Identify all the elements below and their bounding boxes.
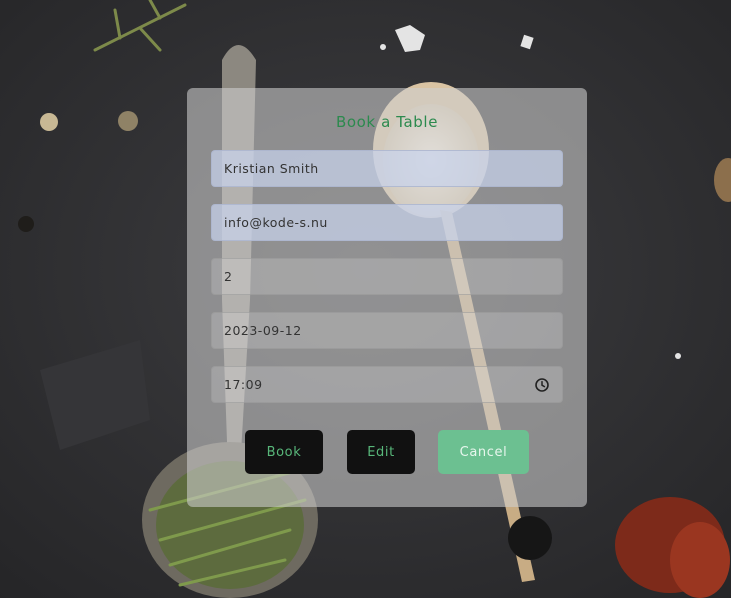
email-field[interactable]: info@kode-s.nu	[211, 204, 563, 241]
edit-button[interactable]: Edit	[347, 430, 415, 474]
book-button[interactable]: Book	[245, 430, 323, 474]
cancel-button[interactable]: Cancel	[438, 430, 529, 474]
time-field-value: 17:09	[224, 377, 263, 392]
name-field-value: Kristian Smith	[224, 161, 319, 176]
date-field[interactable]: 2023-09-12	[211, 312, 563, 349]
date-field-value: 2023-09-12	[224, 323, 302, 338]
booking-form-card: Book a Table Kristian Smith info@kode-s.…	[187, 88, 587, 507]
clock-icon[interactable]	[534, 377, 550, 393]
guests-field-value: 2	[224, 269, 233, 284]
guests-field[interactable]: 2	[211, 258, 563, 295]
time-field[interactable]: 17:09	[211, 366, 563, 403]
email-field-value: info@kode-s.nu	[224, 215, 328, 230]
name-field[interactable]: Kristian Smith	[211, 150, 563, 187]
form-title: Book a Table	[335, 113, 439, 131]
